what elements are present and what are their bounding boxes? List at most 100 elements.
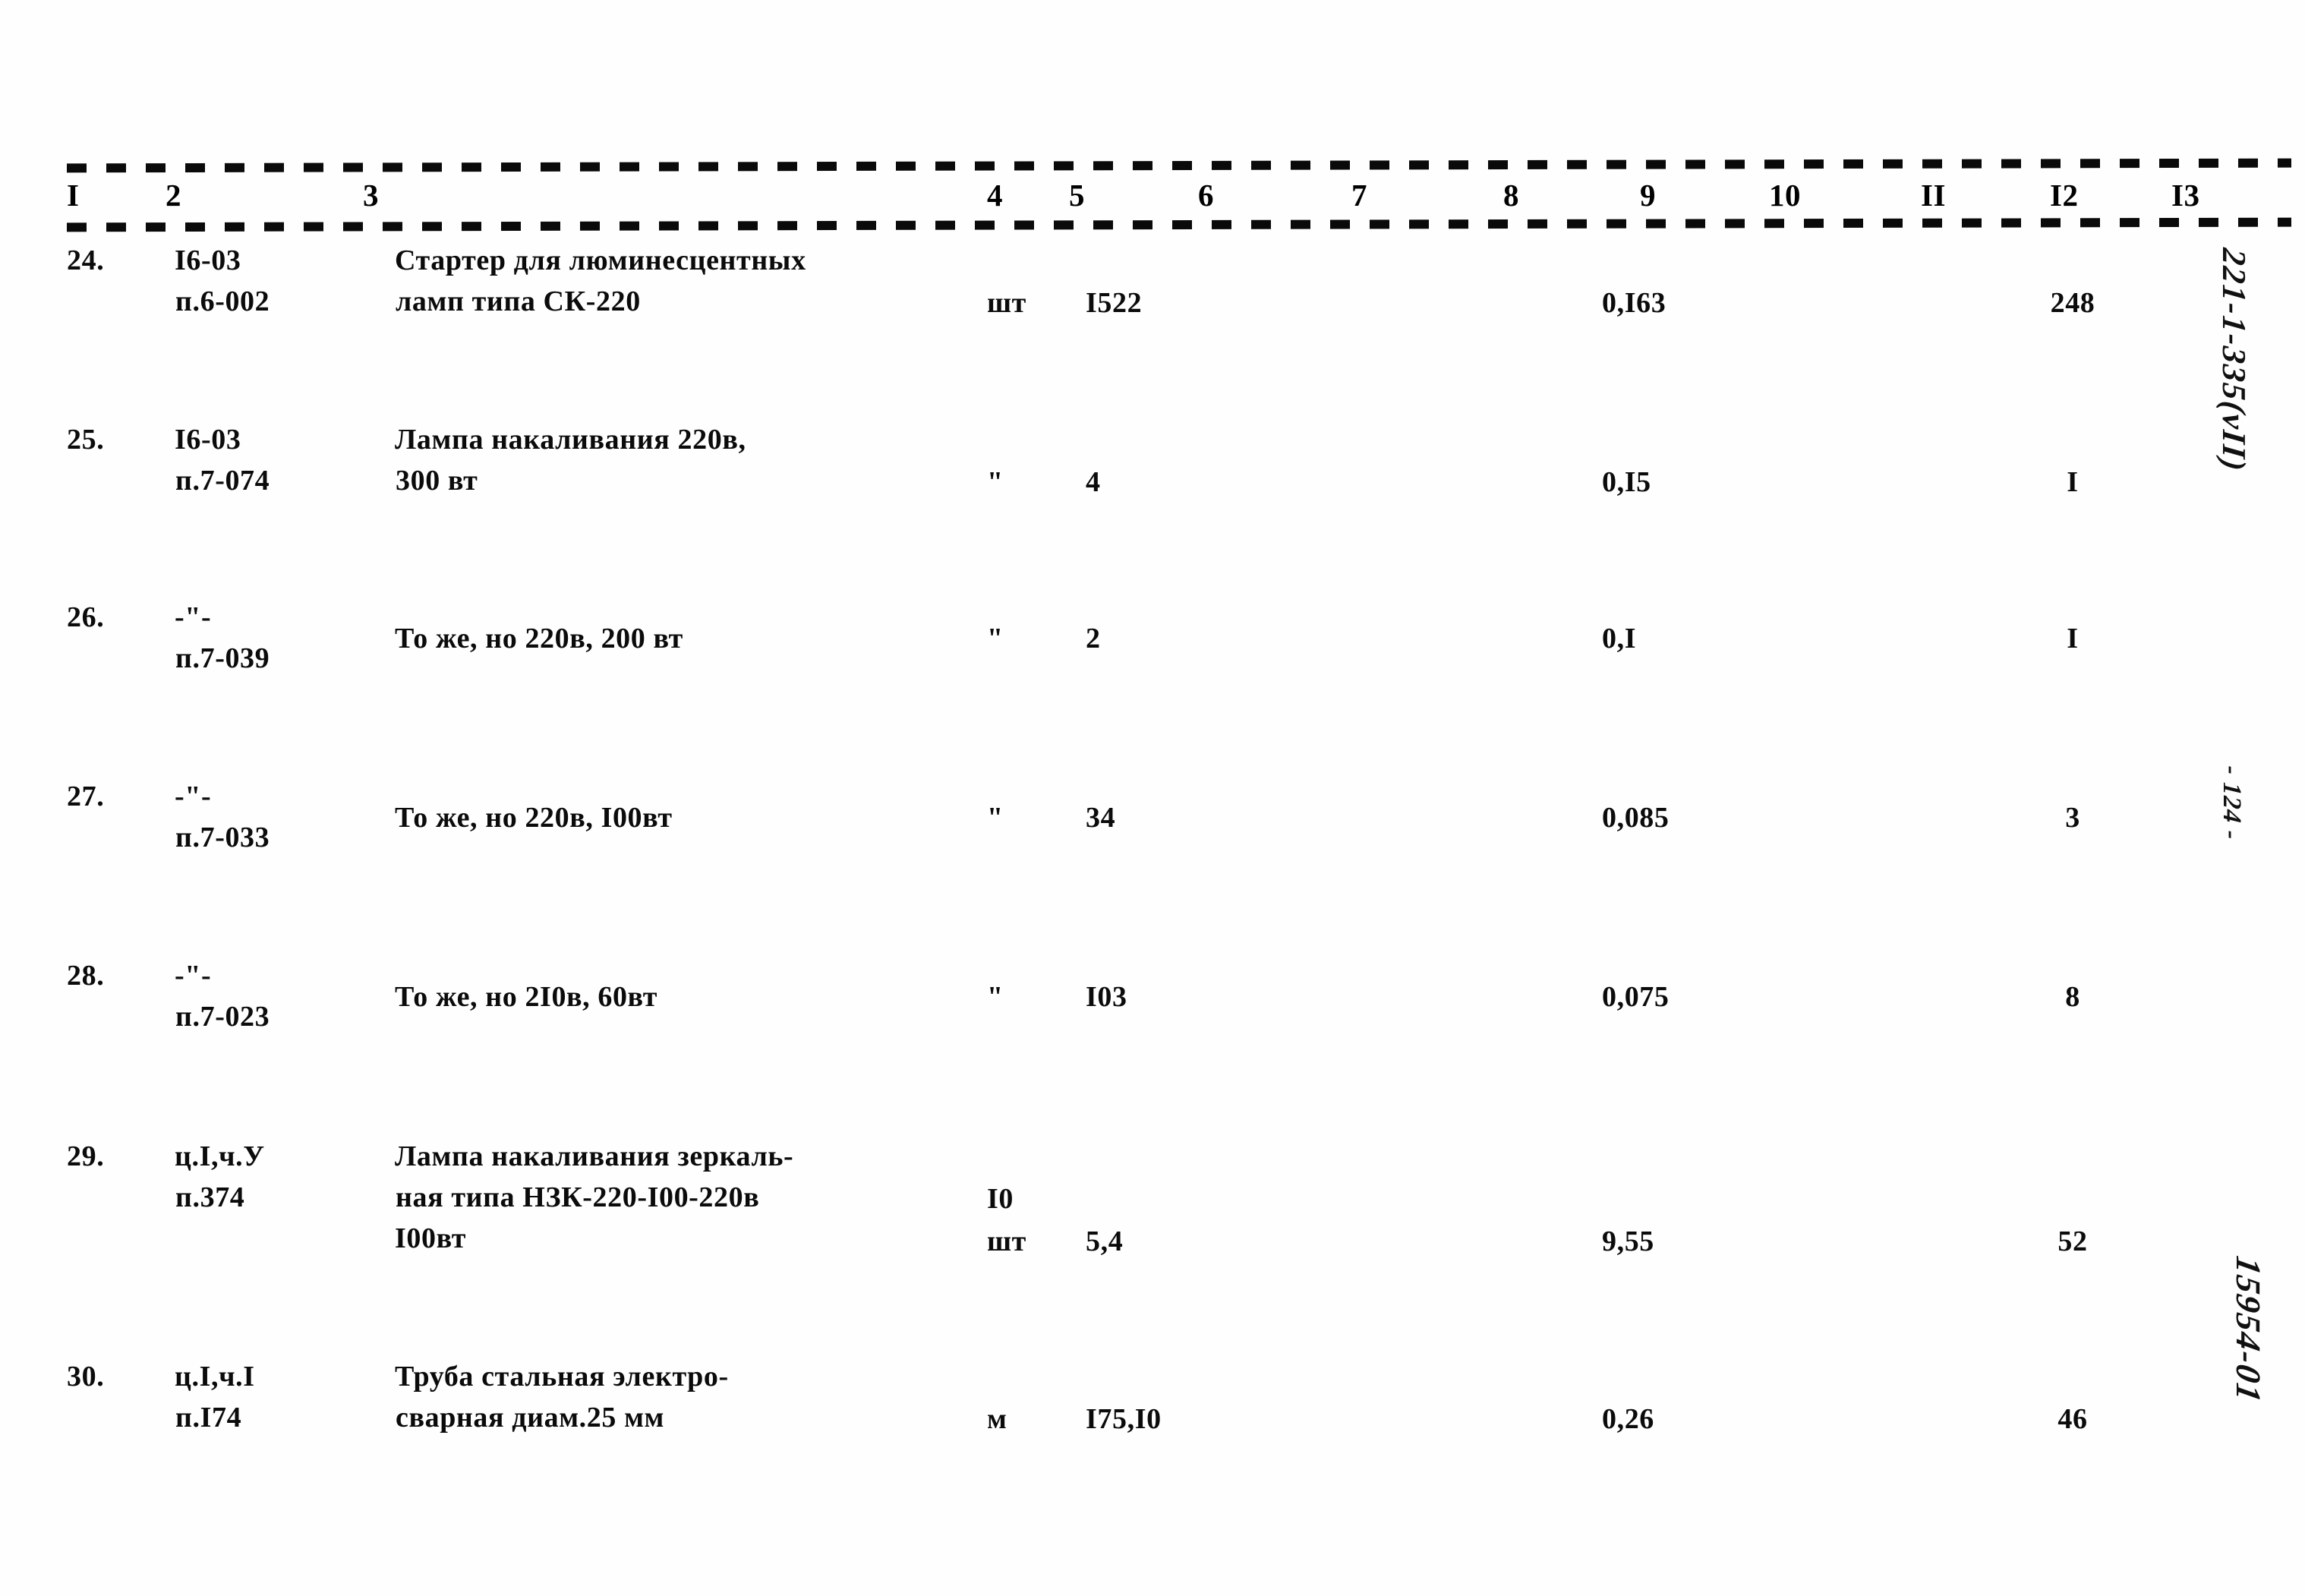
margin-note-page-number: - 124 - [2218,765,2246,841]
row-column-9: 0,I63 [1602,282,1777,323]
row-column-12: 46 [2020,1399,2126,1440]
row-code-line-2: п.7-033 [175,822,270,853]
row-quantity: I522 [1086,282,1238,323]
row-column-9: 0,075 [1602,976,1777,1017]
row-description: Труба стальная электро-сварная диам.25 м… [395,1356,957,1438]
row-column-9-value: 0,I [1602,623,1637,654]
row-column-12-value: 3 [2065,802,2080,834]
row-description-line-1: Лампа накаливания зеркаль- [395,1140,794,1172]
column-header-9: 9 [1640,178,1656,213]
row-description-line-2: ная типа НЗК-220-I00-220в [396,1181,760,1213]
row-quantity: 5,4 [1086,1221,1238,1262]
row-index-value: 29. [67,1140,105,1172]
row-code-line-1: -"- [175,960,212,992]
row-code-line-1: ц.I,ч.I [175,1361,255,1393]
row-index: 27. [67,776,166,817]
row-column-12-value: 52 [2057,1225,2088,1257]
row-column-12: 248 [2020,282,2126,323]
column-header-2: 2 [166,178,181,213]
row-code-line-2: п.7-074 [175,465,270,497]
row-code: I6-03 п.6-002 [175,240,372,322]
row-quantity-value: I75,I0 [1086,1403,1162,1435]
row-code: -"- п.7-023 [175,955,372,1037]
row-unit-value: " [987,802,1004,834]
row-code-line-1: I6-03 [175,424,241,456]
row-code: I6-03 п.7-074 [175,419,372,501]
row-quantity: 4 [1086,462,1238,503]
row-column-9: 0,I [1602,618,1777,659]
row-description-line-1: То же, но 220в, 200 вт [395,623,683,654]
row-description-line-1: Труба стальная электро- [395,1361,729,1393]
column-header-3: 3 [363,178,379,213]
row-unit-value: " [987,981,1004,1013]
row-column-12: 52 [2020,1221,2126,1262]
row-description-line-1: То же, но 220в, I00вт [395,802,673,834]
row-column-9: 0,085 [1602,797,1777,838]
row-code-line-1: I6-03 [175,244,241,276]
row-unit: м [987,1399,1040,1440]
column-header-6: 6 [1198,178,1214,213]
row-unit: шт [987,1221,1040,1262]
row-column-9-value: 0,I5 [1602,466,1651,498]
row-index: 25. [67,419,166,460]
row-description: То же, но 2I0в, 60вт [395,976,957,1017]
row-description-line-3: I00вт [395,1222,467,1254]
row-quantity-value: 34 [1086,802,1116,834]
row-column-9: 9,55 [1602,1221,1777,1262]
row-column-12-value: 46 [2057,1403,2088,1435]
table-column-header-row: I 2 3 4 5 6 7 8 9 10 II I2 I3 [0,172,2305,222]
row-code-line-1: -"- [175,601,212,633]
row-unit-value: " [987,623,1004,654]
row-quantity: I75,I0 [1086,1399,1238,1440]
header-rule-top [66,158,2292,173]
row-unit: " [987,618,1040,659]
row-column-12: 3 [2020,797,2126,838]
row-index-value: 28. [67,960,105,992]
margin-note-archive-number: 15954-01 [2229,1253,2268,1407]
row-column-9-value: 0,075 [1602,981,1670,1013]
row-quantity-value: 2 [1086,623,1101,654]
row-index-value: 27. [67,781,105,812]
row-index: 24. [67,240,166,281]
row-column-9-value: 0,085 [1602,802,1670,834]
row-code: ц.I,ч.У п.374 [175,1136,372,1218]
row-column-12: I [2020,462,2126,503]
row-description: Лампа накаливания зеркаль-ная типа НЗК-2… [395,1136,957,1259]
row-column-12-value: I [2067,466,2079,498]
row-column-9-value: 0,26 [1602,1403,1654,1435]
row-index-value: 30. [67,1361,105,1393]
row-column-12: I [2020,618,2126,659]
row-unit: " [987,976,1040,1017]
column-header-12: I2 [2050,178,2079,213]
row-code-line-2: п.374 [175,1181,245,1213]
row-quantity-value: 4 [1086,466,1101,498]
row-description: То же, но 220в, 200 вт [395,618,957,659]
row-quantity: I03 [1086,976,1238,1017]
row-description-line-2: 300 вт [396,465,478,497]
row-column-9-value: 0,I63 [1602,287,1666,319]
row-index: 28. [67,955,166,996]
row-unit-value: шт [987,1225,1026,1257]
row-index-value: 24. [67,244,105,276]
row-column-9: 0,I5 [1602,462,1777,503]
row-description-line-2: сварная диам.25 мм [396,1402,665,1434]
row-quantity-value: I522 [1086,287,1143,319]
row-unit: " [987,797,1040,838]
row-unit: шт [987,282,1040,323]
row-unit-value: " [987,466,1004,498]
row-description: Стартер для люминесцентных ламп типа СК-2… [395,240,957,322]
row-code: -"- п.7-039 [175,597,372,679]
row-quantity: 2 [1086,618,1238,659]
row-extra-value: I0 [987,1178,1071,1219]
row-extra-value-text: I0 [987,1183,1014,1215]
row-code-line-1: -"- [175,781,212,812]
row-description: То же, но 220в, I00вт [395,797,957,838]
row-description-line-2: ламп типа СК-220 [396,285,641,317]
row-index: 30. [67,1356,166,1397]
row-code-line-2: п.6-002 [175,285,270,317]
row-column-12-value: I [2067,623,2079,654]
row-index-value: 26. [67,601,105,633]
row-column-9-value: 9,55 [1602,1225,1654,1257]
row-index: 29. [67,1136,166,1177]
margin-note-drawing-code: 221-1-335(vII) [2215,246,2253,475]
